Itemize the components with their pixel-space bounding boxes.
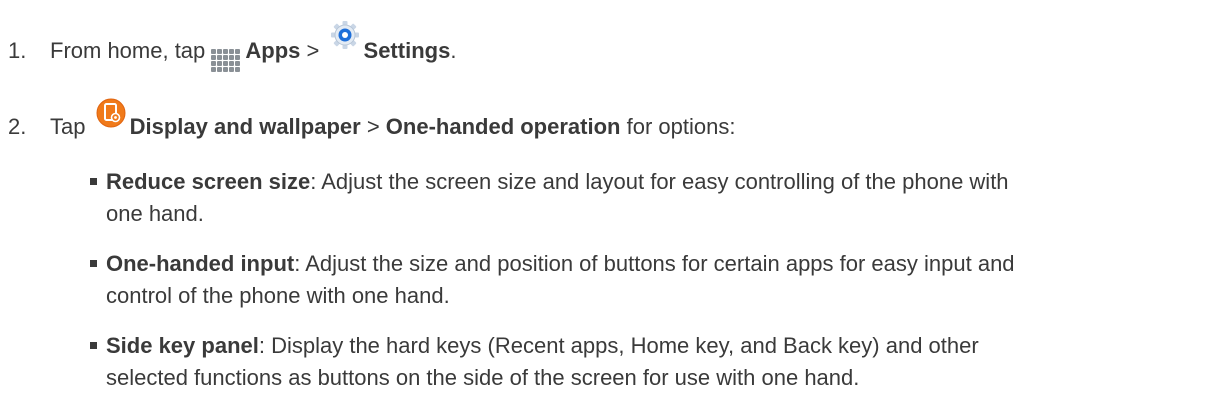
list-item-description: : Display the hard keys (Recent apps, Ho… <box>258 333 979 358</box>
list-item-line: Side key panel: Display the hard keys (R… <box>106 330 979 362</box>
list-item-line: one hand. <box>106 201 204 226</box>
display-wallpaper-label: Display and wallpaper <box>129 114 361 139</box>
one-handed-operation-label: One-handed operation <box>385 114 621 139</box>
step-text: From home, tap <box>50 38 206 63</box>
step-2: 2. Tap Display and wallpaper > One-handed… <box>8 98 735 143</box>
list-item-line: Reduce screen size: Adjust the screen si… <box>106 166 1009 198</box>
list-item-description: : Adjust the size and position of button… <box>294 251 1015 276</box>
list-item-term: One-handed input <box>106 251 295 276</box>
bullet-square-icon <box>90 342 97 349</box>
separator: > <box>306 38 320 63</box>
apps-grid-icon <box>211 49 243 73</box>
instruction-document: 1. From home, tap Apps > Settings. 2. Ta… <box>0 0 1219 413</box>
list-item: Reduce screen size: Adjust the screen si… <box>90 166 1009 230</box>
apps-label: Apps <box>245 38 301 63</box>
step-text-after: for options: <box>626 114 736 139</box>
settings-label: Settings <box>363 38 451 63</box>
list-item-line: One-handed input: Adjust the size and po… <box>106 248 1015 280</box>
list-item: One-handed input: Adjust the size and po… <box>90 248 1015 312</box>
list-item: Side key panel: Display the hard keys (R… <box>90 330 979 394</box>
step-number: 1. <box>8 38 27 63</box>
step-text: Tap <box>50 114 86 139</box>
list-item-line: control of the phone with one hand. <box>106 283 450 308</box>
display-wallpaper-icon <box>96 98 126 128</box>
settings-gear-icon <box>330 20 360 50</box>
bullet-square-icon <box>90 178 97 185</box>
list-item-line: selected functions as buttons on the sid… <box>106 365 860 390</box>
list-item-description: : Adjust the screen size and layout for … <box>310 169 1009 194</box>
list-item-term: Side key panel <box>106 333 259 358</box>
separator: > <box>366 114 380 139</box>
step-end: . <box>450 38 457 63</box>
step-number: 2. <box>8 114 27 139</box>
list-item-term: Reduce screen size <box>106 169 311 194</box>
step-1: 1. From home, tap Apps > Settings. <box>8 20 456 73</box>
bullet-square-icon <box>90 260 97 267</box>
